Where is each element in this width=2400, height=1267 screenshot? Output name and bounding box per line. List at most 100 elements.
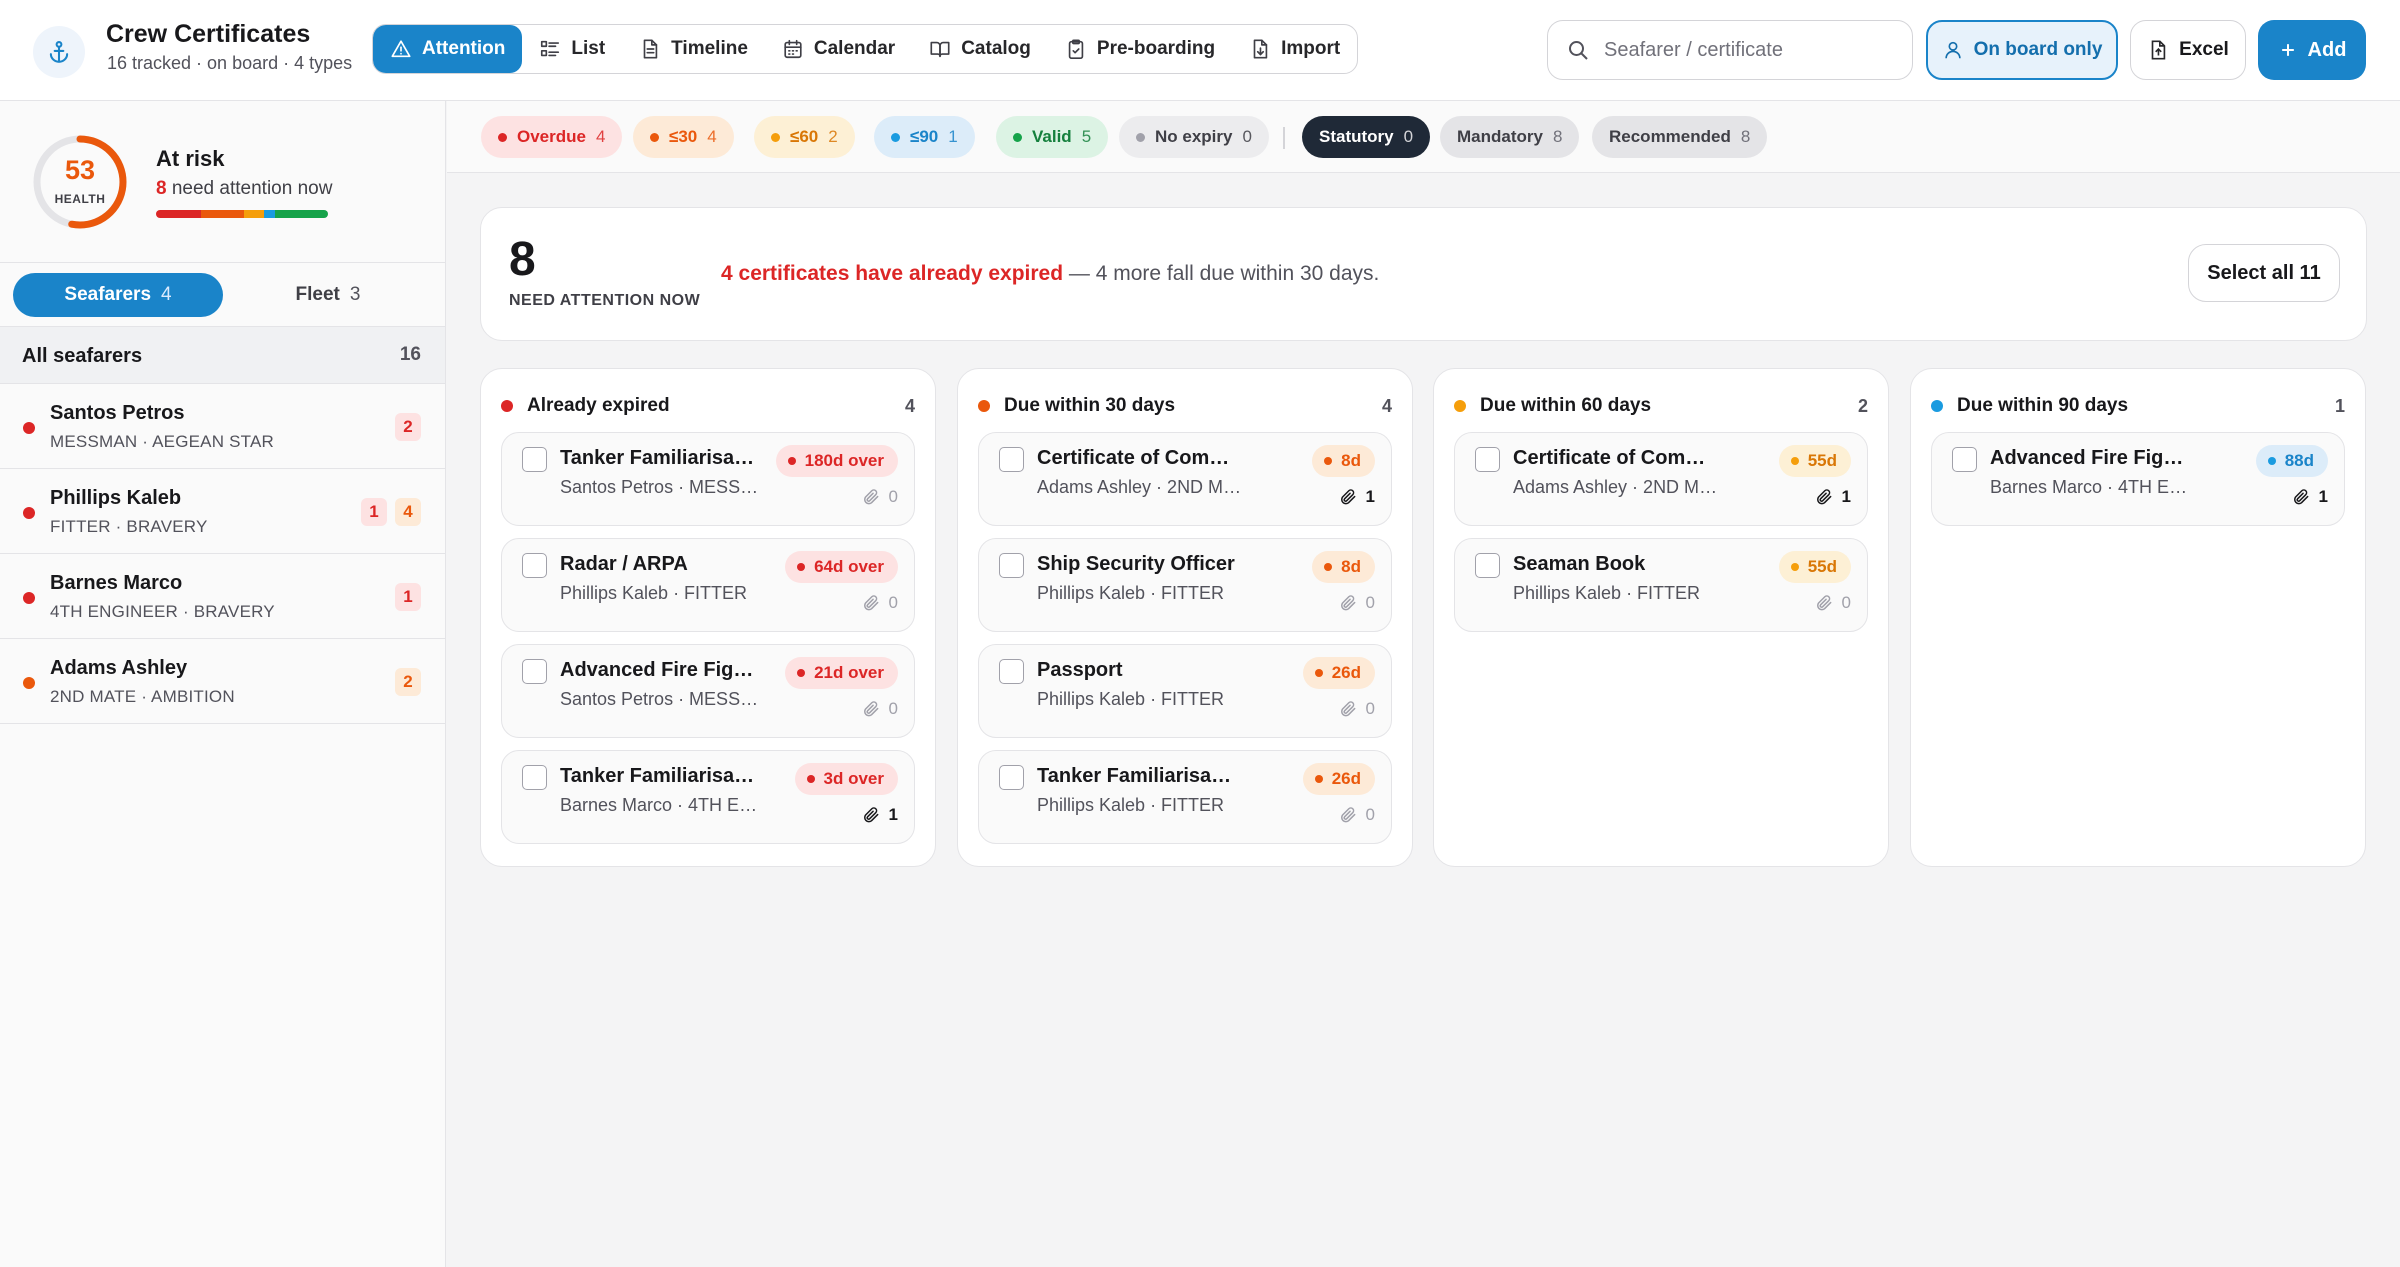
- card-checkbox[interactable]: [522, 765, 547, 790]
- attachments[interactable]: 0: [861, 699, 898, 719]
- paperclip-icon: [1814, 593, 1834, 613]
- paperclip-icon: [2291, 487, 2311, 507]
- filter-chip[interactable]: Overdue 4: [481, 116, 623, 158]
- attention-count: 8: [156, 178, 167, 199]
- tab-list[interactable]: List: [522, 25, 622, 73]
- chip-count: 0: [1242, 127, 1252, 146]
- type-filter-chip[interactable]: Statutory 0: [1302, 116, 1431, 158]
- certificate-card[interactable]: Tanker Familiarisation Santos Petros · ME…: [501, 432, 915, 526]
- card-checkbox[interactable]: [999, 553, 1024, 578]
- select-all-button[interactable]: Select all 11: [2188, 244, 2340, 302]
- tab-pre-boarding[interactable]: Pre-boarding: [1048, 25, 1232, 73]
- type-filter-chip[interactable]: Mandatory 8: [1440, 116, 1580, 158]
- attention-summary-card: 8 NEED ATTENTION NOW 4 certificates have…: [480, 207, 2367, 341]
- tab-attention[interactable]: Attention: [373, 25, 523, 73]
- seafarer-role: FITTER · BRAVERY: [50, 517, 208, 536]
- risk-bar-valid: [274, 210, 328, 218]
- attachments[interactable]: 0: [1338, 699, 1375, 719]
- due-badge: 8d: [1312, 551, 1375, 583]
- filter-chip[interactable]: Valid 5: [996, 116, 1109, 158]
- attachments[interactable]: 1: [1338, 487, 1375, 507]
- seafarer-row[interactable]: Phillips Kaleb FITTER · BRAVERY 1 4: [0, 469, 445, 554]
- chip-label: ≤90: [910, 127, 939, 146]
- column-header: Due within 90 days 1: [1931, 393, 2345, 419]
- search-input[interactable]: [1604, 38, 1884, 62]
- seafarer-role: MESSMAN · AEGEAN STAR: [50, 432, 274, 451]
- certificate-card[interactable]: Passport Phillips Kaleb · FITTER 26d 0: [978, 644, 1392, 738]
- certificate-card[interactable]: Radar / ARPA Phillips Kaleb · FITTER 64d o…: [501, 538, 915, 632]
- attention-summary: 8 need attention now: [156, 178, 332, 200]
- tab-label: Catalog: [961, 38, 1031, 59]
- certificate-holder: Adams Ashley · 2ND MATE: [1513, 477, 1719, 497]
- tab-label: List: [571, 38, 606, 59]
- certificate-card[interactable]: Tanker Familiarisation Barnes Marco · 4TH…: [501, 750, 915, 844]
- attention-message: 4 certificates have already expired — 4 …: [721, 262, 1379, 286]
- attachments[interactable]: 1: [1814, 487, 1851, 507]
- seafarer-badges: 1: [395, 583, 421, 611]
- certificate-card[interactable]: Ship Security Officer Phillips Kaleb · FI…: [978, 538, 1392, 632]
- chip-count: 1: [948, 127, 958, 146]
- due-label: 55d: [1807, 451, 1837, 470]
- attachment-count: 0: [1841, 593, 1851, 612]
- certificate-card[interactable]: Advanced Fire Fighting Santos Petros · ME…: [501, 644, 915, 738]
- count-badge: 1: [361, 498, 387, 526]
- paperclip-icon: [861, 805, 881, 825]
- tab-seafarers[interactable]: Seafarers 4: [13, 273, 223, 317]
- tab-timeline[interactable]: Timeline: [622, 25, 765, 73]
- filter-chip[interactable]: No expiry 0: [1119, 116, 1269, 158]
- certificate-card[interactable]: Certificate of Competency (CoC) Adams Ash…: [978, 432, 1392, 526]
- tab-label: Seafarers: [64, 284, 152, 305]
- sidebar-tabs: Seafarers 4 Fleet 3: [13, 273, 433, 317]
- tab-fleet[interactable]: Fleet 3: [223, 273, 433, 317]
- status-dot: [23, 422, 35, 434]
- card-checkbox[interactable]: [999, 765, 1024, 790]
- chip-label: Valid: [1032, 127, 1072, 146]
- certificate-card[interactable]: Seaman Book Phillips Kaleb · FITTER 55d 0: [1454, 538, 1868, 632]
- certificate-card[interactable]: Tanker Familiarisation Phillips Kaleb · F…: [978, 750, 1392, 844]
- card-checkbox[interactable]: [522, 447, 547, 472]
- due-soon-text: — 4 more fall due within 30 days.: [1063, 262, 1380, 285]
- attachments[interactable]: 0: [861, 593, 898, 613]
- warning-triangle-icon: [391, 40, 411, 58]
- attachments[interactable]: 0: [1338, 593, 1375, 613]
- tab-calendar[interactable]: Calendar: [765, 25, 912, 73]
- chip-dot: [1013, 132, 1022, 142]
- attachments[interactable]: 0: [1814, 593, 1851, 613]
- filter-chip[interactable]: ≤30 4: [633, 116, 734, 158]
- card-checkbox[interactable]: [522, 659, 547, 684]
- attachments[interactable]: 0: [861, 487, 898, 507]
- card-checkbox[interactable]: [1952, 447, 1977, 472]
- seafarer-row[interactable]: Adams Ashley 2ND MATE · AMBITION 2: [0, 639, 445, 724]
- card-checkbox[interactable]: [1475, 553, 1500, 578]
- certificate-card[interactable]: Advanced Fire Fighting Barnes Marco · 4TH…: [1931, 432, 2345, 526]
- seafarer-row[interactable]: Santos Petros MESSMAN · AEGEAN STAR 2: [0, 384, 445, 469]
- filter-chip[interactable]: ≤60 2: [754, 116, 855, 158]
- seafarer-row[interactable]: Barnes Marco 4TH ENGINEER · BRAVERY 1: [0, 554, 445, 639]
- tab-import[interactable]: Import: [1232, 25, 1357, 73]
- excel-export-button[interactable]: Excel: [2130, 20, 2246, 80]
- card-checkbox[interactable]: [1475, 447, 1500, 472]
- certificate-title: Advanced Fire Fighting: [560, 659, 760, 681]
- type-filter-chip[interactable]: Recommended 8: [1592, 116, 1768, 158]
- chip-dot: [650, 132, 659, 142]
- attachments[interactable]: 1: [861, 805, 898, 825]
- certificate-holder: Santos Petros · MESSMAN: [560, 477, 766, 497]
- attachments[interactable]: 0: [1338, 805, 1375, 825]
- status-dot: [23, 677, 35, 689]
- certificate-holder: Phillips Kaleb · FITTER: [1037, 795, 1225, 815]
- certificate-card[interactable]: Certificate of Competency (CoC) Adams Ash…: [1454, 432, 1868, 526]
- card-checkbox[interactable]: [522, 553, 547, 578]
- card-checkbox[interactable]: [999, 447, 1024, 472]
- filter-chip[interactable]: ≤90 1: [874, 116, 975, 158]
- card-checkbox[interactable]: [999, 659, 1024, 684]
- sidebar: 53 HEALTH At risk 8 need attention now S…: [0, 101, 446, 1267]
- on-board-only-toggle[interactable]: On board only: [1926, 20, 2118, 80]
- attention-text: need attention now: [171, 178, 333, 199]
- due-dot: [797, 669, 806, 677]
- all-seafarers-row[interactable]: All seafarers 16: [0, 326, 445, 384]
- attachments[interactable]: 1: [2291, 487, 2328, 507]
- add-button[interactable]: Add: [2258, 20, 2366, 80]
- health-score: 53: [64, 155, 96, 185]
- chip-label: ≤60: [790, 127, 819, 146]
- tab-catalog[interactable]: Catalog: [912, 25, 1048, 73]
